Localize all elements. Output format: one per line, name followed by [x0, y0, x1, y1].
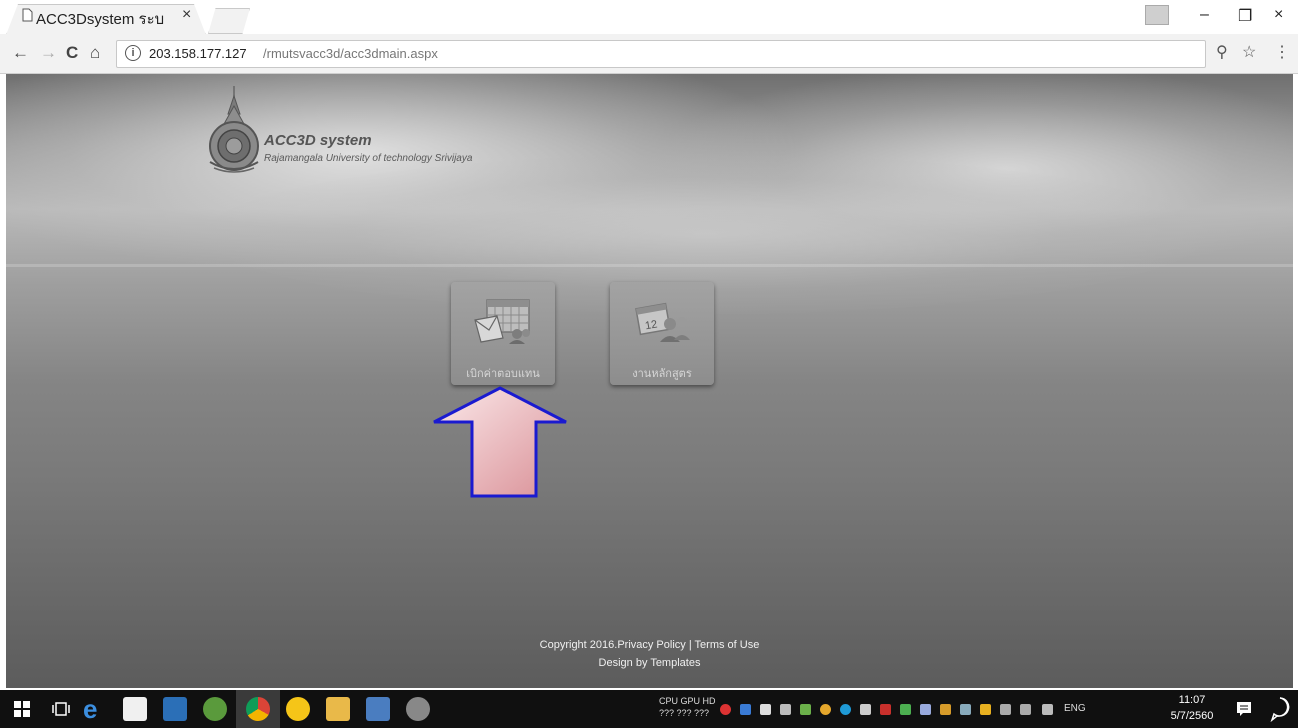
tray-app-icon[interactable]	[840, 704, 851, 715]
pen-icon[interactable]	[1042, 704, 1053, 715]
tab-strip: ACC3Dsystem ระบ × – ❐ ×	[0, 0, 1298, 35]
calendar-envelope-icon	[474, 299, 530, 344]
brand-subtitle: Rajamangala University of technology Sri…	[264, 153, 473, 164]
restore-button[interactable]: ❐	[1238, 6, 1252, 26]
system-monitor-values: ??? ??? ???	[659, 708, 710, 718]
background-horizon	[6, 264, 1293, 267]
browser-menu-icon[interactable]: ⋮	[1274, 42, 1290, 62]
info-icon[interactable]: i	[125, 45, 141, 61]
university-emblem-icon	[209, 86, 259, 173]
power-icon[interactable]	[980, 704, 991, 715]
tray-app-icon[interactable]	[740, 704, 751, 715]
paint-app-icon[interactable]	[406, 697, 430, 721]
tile-label: งานหลักสูตร	[632, 368, 692, 380]
feedback-icon[interactable]	[1268, 696, 1292, 722]
os-taskbar: e CPU GPU HD ??? ??? ??? ENG 11:07 5/7/2…	[0, 690, 1298, 728]
bookmark-star-icon[interactable]: ☆	[1242, 42, 1256, 62]
tile-label: เบิกค่าตอบแทน	[466, 368, 540, 380]
back-button[interactable]: ←	[12, 43, 29, 63]
close-window-button[interactable]: ×	[1274, 6, 1283, 24]
shield-icon[interactable]	[760, 704, 771, 715]
cloud-icon[interactable]	[860, 704, 871, 715]
tab-close-icon[interactable]: ×	[182, 6, 191, 24]
extension-icon[interactable]: ⚲	[1216, 42, 1228, 62]
url-path: /rmutsvacc3d/acc3dmain.aspx	[263, 46, 438, 61]
tray-app-icon[interactable]	[920, 704, 931, 715]
tray-app-icon[interactable]	[940, 704, 951, 715]
clock-date[interactable]: 5/7/2560	[1160, 710, 1224, 722]
brand-title: ACC3D system	[264, 132, 372, 149]
store-icon[interactable]	[123, 697, 147, 721]
people-app-icon[interactable]	[203, 697, 227, 721]
edge-browser-icon[interactable]: e	[83, 694, 97, 725]
footer-copyright: Copyright 2016.Privacy Policy | Terms of…	[539, 639, 760, 651]
page-content: ACC3D system Rajamangala University of t…	[6, 74, 1293, 688]
calendar-people-icon: 12	[635, 302, 690, 342]
forward-button[interactable]: →	[40, 43, 57, 63]
action-center-icon[interactable]	[1236, 701, 1252, 717]
usb-icon[interactable]	[780, 704, 791, 715]
address-bar[interactable]: i 203.158.177.127 /rmutsvacc3d/acc3dmain…	[116, 40, 1206, 68]
tray-app-icon[interactable]	[720, 704, 731, 715]
footer-credit: Design by Templates	[598, 657, 701, 669]
clock-time[interactable]: 11:07	[1172, 694, 1212, 706]
signal-icon[interactable]	[900, 704, 911, 715]
media-player-icon[interactable]	[163, 697, 187, 721]
wifi-icon[interactable]	[1000, 704, 1011, 715]
language-indicator[interactable]: ENG	[1064, 703, 1086, 714]
document-app-icon[interactable]	[366, 697, 390, 721]
url-host: 203.158.177.127	[149, 46, 247, 61]
compensation-tile[interactable]: เบิกค่าตอบแทน	[451, 282, 555, 385]
new-tab-button[interactable]	[208, 8, 250, 34]
tray-app-icon[interactable]	[960, 704, 971, 715]
browser-toolbar: ← → C ⌂ i 203.158.177.127 /rmutsvacc3d/a…	[0, 34, 1298, 74]
chrome-icon[interactable]	[246, 697, 270, 721]
curriculum-tile[interactable]: 12 งานหลักสูตร	[610, 282, 714, 385]
reload-button[interactable]: C	[66, 43, 78, 63]
home-button[interactable]: ⌂	[90, 43, 100, 63]
pointer-arrow-icon	[433, 386, 567, 498]
svg-text:12: 12	[644, 318, 658, 332]
profile-icon[interactable]	[1145, 5, 1169, 25]
task-view-icon[interactable]	[52, 702, 70, 716]
app-yellow-icon[interactable]	[286, 697, 310, 721]
pdf-icon[interactable]	[880, 704, 891, 715]
minimize-button[interactable]: –	[1200, 6, 1209, 24]
tray-app-icon[interactable]	[820, 704, 831, 715]
windows-start-icon[interactable]	[14, 701, 30, 717]
tab-title: ACC3Dsystem ระบ	[36, 11, 165, 28]
volume-icon[interactable]	[1020, 704, 1031, 715]
tray-app-icon[interactable]	[800, 704, 811, 715]
system-monitor-labels: CPU GPU HD	[659, 696, 716, 706]
file-explorer-icon[interactable]	[326, 697, 350, 721]
page-icon	[22, 8, 33, 22]
